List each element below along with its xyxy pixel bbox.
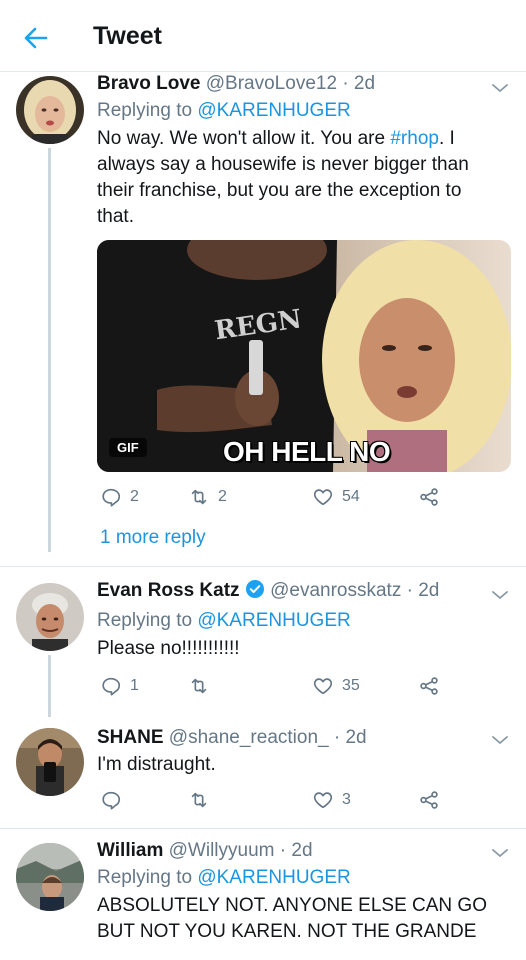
gif-caption: OH HELL NO: [223, 436, 391, 467]
chevron-down-icon[interactable]: [490, 843, 510, 863]
retweet-icon: [191, 489, 207, 505]
chevron-down-icon[interactable]: [490, 730, 510, 750]
tweet-actions: 1 35: [100, 675, 450, 701]
avatar[interactable]: [16, 76, 84, 144]
like-count: 54: [342, 488, 360, 505]
user-handle[interactable]: @BravoLove12: [206, 73, 337, 94]
reply-count: 1: [130, 677, 139, 694]
user-handle[interactable]: @evanrosskatz: [270, 580, 401, 601]
chevron-down-icon[interactable]: [490, 78, 510, 98]
like-button[interactable]: 3: [312, 789, 351, 811]
tweet-actions: 2 2 54: [100, 486, 450, 512]
reply-icon: [102, 488, 121, 507]
thread-line: [48, 655, 51, 717]
reply-count: 2: [130, 488, 139, 505]
timestamp: · 2d: [342, 73, 376, 94]
reply-icon: [102, 677, 121, 696]
avatar[interactable]: [16, 583, 84, 651]
timestamp: · 2d: [406, 580, 440, 601]
user-handle[interactable]: @shane_reaction_: [169, 727, 329, 748]
replying-to-line: Replying to @KARENHUGER: [97, 608, 486, 634]
replying-to-link[interactable]: @KARENHUGER: [197, 100, 350, 121]
tweet-text: ABSOLUTELY NOT. ANYONE ELSE CAN GO BUT N…: [97, 895, 487, 942]
retweet-count: 2: [218, 488, 227, 505]
retweet-icon: [191, 792, 207, 808]
reply-button[interactable]: 1: [100, 675, 139, 697]
like-count: 3: [342, 791, 351, 808]
like-count: 35: [342, 677, 360, 694]
retweet-button[interactable]: 2: [188, 486, 227, 508]
page-title: Tweet: [93, 22, 162, 50]
avatar[interactable]: [16, 728, 84, 796]
gif-badge: GIF: [109, 438, 147, 457]
tweet-text: No way. We won't allow it. You are #rhop…: [97, 126, 486, 230]
like-button[interactable]: 35: [312, 675, 360, 697]
tweet-text-part: No way. We won't allow it. You are: [97, 128, 391, 149]
hashtag-link[interactable]: #rhop: [390, 128, 439, 149]
share-button[interactable]: [418, 486, 440, 508]
replying-to-label: Replying to: [97, 610, 193, 631]
avatar[interactable]: [16, 843, 84, 911]
verified-badge-icon: [245, 579, 265, 606]
replying-to-link[interactable]: @KARENHUGER: [197, 610, 350, 631]
share-icon: [420, 677, 438, 695]
share-icon: [420, 791, 438, 809]
tweet-text: I'm distraught.: [97, 754, 216, 775]
more-replies-link[interactable]: 1 more reply: [100, 527, 206, 549]
display-name[interactable]: Evan Ross Katz: [97, 580, 240, 601]
thread-line-dotted: [48, 526, 51, 548]
share-icon: [420, 488, 438, 506]
display-name[interactable]: William: [97, 840, 163, 861]
replying-to-label: Replying to: [97, 867, 193, 888]
reply-button[interactable]: 2: [100, 486, 139, 508]
replying-to-line: Replying to @KARENHUGER: [97, 98, 486, 124]
heart-icon: [313, 678, 333, 695]
reply-icon: [102, 791, 121, 810]
gif-media[interactable]: REGN GIF OH HELL NO: [97, 240, 511, 472]
tweet-evan-ross-katz[interactable]: Evan Ross Katz @evanrosskatz · 2d Replyi…: [0, 567, 526, 717]
retweet-icon: [191, 678, 207, 694]
thread-line: [48, 148, 51, 552]
back-arrow-icon[interactable]: [20, 22, 52, 54]
timestamp: · 2d: [333, 727, 367, 748]
display-name[interactable]: SHANE: [97, 727, 164, 748]
heart-icon: [313, 792, 333, 809]
retweet-button[interactable]: [188, 789, 218, 811]
reply-button[interactable]: [100, 789, 130, 811]
share-button[interactable]: [418, 789, 440, 811]
chevron-down-icon[interactable]: [490, 585, 510, 605]
tweet-william[interactable]: William @Willyyuum · 2d Replying to @KAR…: [0, 829, 526, 960]
replying-to-label: Replying to: [97, 100, 193, 121]
user-handle[interactable]: @Willyyuum: [169, 840, 275, 861]
top-bar: Tweet: [0, 0, 526, 72]
heart-icon: [313, 489, 333, 506]
timestamp: · 2d: [279, 840, 313, 861]
replying-to-link[interactable]: @KARENHUGER: [197, 867, 350, 888]
tweet-actions: 3: [100, 789, 450, 815]
display-name[interactable]: Bravo Love: [97, 73, 200, 94]
like-button[interactable]: 54: [312, 486, 360, 508]
retweet-button[interactable]: [188, 675, 218, 697]
share-button[interactable]: [418, 675, 440, 697]
tweet-text: Please no!!!!!!!!!!!: [97, 638, 240, 659]
replying-to-line: Replying to @KARENHUGER: [97, 865, 486, 891]
tweet-shane[interactable]: SHANE @shane_reaction_ · 2d I'm distraug…: [0, 716, 526, 828]
